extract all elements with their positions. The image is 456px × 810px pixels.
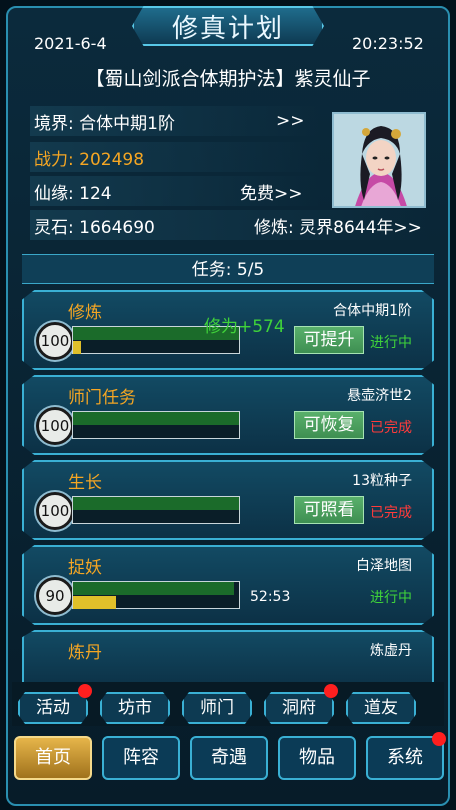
task-name: 捉妖 — [68, 558, 102, 578]
notification-dot — [432, 732, 446, 746]
task-detail: 合体中期1阶 — [333, 303, 412, 319]
progress-fill-top — [73, 582, 235, 595]
nav-encounter[interactable]: 奇遇 — [190, 736, 268, 780]
task-progress-bar — [72, 411, 240, 439]
task-card-alchemy[interactable]: 炼丹 炼虚丹 — [22, 630, 434, 690]
fate-label: 仙缘: 124 — [34, 183, 112, 204]
page-title: 修真计划 — [132, 6, 324, 46]
nav-home[interactable]: 首页 — [14, 736, 92, 780]
character-title: 【蜀山剑派合体期护法】紫灵仙子 — [85, 68, 371, 90]
task-status: 已完成 — [370, 420, 412, 436]
task-status: 已完成 — [370, 505, 412, 521]
task-card-growth[interactable]: 生长 13粒种子 100 可照看 已完成 — [22, 460, 434, 540]
cultivation-link[interactable]: 修炼: 灵界8644年>> — [254, 213, 422, 238]
realm-arrow[interactable]: >> — [276, 111, 305, 131]
task-level-badge: 90 — [36, 577, 74, 615]
task-detail: 炼虚丹 — [370, 643, 412, 659]
stones-row[interactable]: 灵石: 1664690 修炼: 灵界8644年>> — [30, 210, 430, 240]
task-status: 进行中 — [370, 590, 412, 606]
tasks-header: 任务: 5/5 — [22, 254, 434, 284]
realm-row[interactable]: 境界: 合体中期1阶 >> — [30, 106, 320, 136]
time-label: 20:23:52 — [352, 34, 424, 53]
progress-fill-bottom — [73, 341, 82, 354]
character-portrait[interactable] — [332, 112, 426, 208]
cultivation-gain-text: 修为+574 — [204, 317, 285, 337]
task-detail: 白泽地图 — [356, 558, 412, 574]
task-name: 修炼 — [68, 303, 102, 323]
upgrade-button[interactable]: 可提升 — [294, 326, 364, 354]
nav-items[interactable]: 物品 — [278, 736, 356, 780]
subnav-market[interactable]: 坊市 — [100, 692, 170, 724]
task-level-badge: 100 — [36, 322, 74, 360]
progress-fill-top — [73, 497, 239, 510]
date-label: 2021-6-4 — [34, 34, 107, 53]
task-level-badge: 100 — [36, 407, 74, 445]
task-card-demon-hunt[interactable]: 捉妖 白泽地图 90 52:53 进行中 — [22, 545, 434, 625]
power-label: 战力: 202498 — [34, 149, 145, 170]
task-card-sect[interactable]: 师门任务 悬壶济世2 100 可恢复 已完成 — [22, 375, 434, 455]
realm-label: 境界: 合体中期1阶 — [34, 113, 175, 134]
subnav-activity[interactable]: 活动 — [18, 692, 88, 724]
notification-dot — [324, 684, 338, 698]
notification-dot — [78, 684, 92, 698]
nav-lineup[interactable]: 阵容 — [102, 736, 180, 780]
task-name: 炼丹 — [68, 643, 102, 663]
task-progress-bar — [72, 496, 240, 524]
tend-button[interactable]: 可照看 — [294, 496, 364, 524]
task-detail: 13粒种子 — [352, 473, 412, 489]
task-timer: 52:53 — [250, 589, 291, 605]
subnav-cave[interactable]: 洞府 — [264, 692, 334, 724]
task-status: 进行中 — [370, 335, 412, 351]
progress-fill-bottom — [73, 596, 117, 609]
fate-row[interactable]: 仙缘: 124 免费>> — [30, 176, 320, 206]
task-detail: 悬壶济世2 — [347, 388, 412, 404]
task-name: 师门任务 — [68, 388, 136, 408]
power-row: 战力: 202498 — [30, 142, 320, 172]
fate-free-button[interactable]: 免费>> — [240, 179, 303, 204]
task-name: 生长 — [68, 473, 102, 493]
progress-fill-top — [73, 412, 239, 425]
stones-label: 灵石: 1664690 — [34, 217, 155, 238]
subnav-sect[interactable]: 师门 — [182, 692, 252, 724]
portrait-image — [334, 114, 424, 206]
subnav-friends[interactable]: 道友 — [346, 692, 416, 724]
task-level-badge: 100 — [36, 492, 74, 530]
recover-button[interactable]: 可恢复 — [294, 411, 364, 439]
task-progress-bar — [72, 581, 240, 609]
